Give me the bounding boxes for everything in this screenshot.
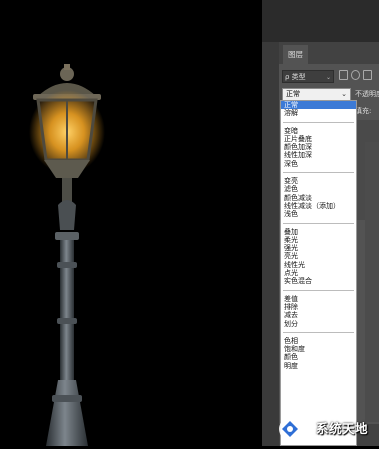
street-lamp-image xyxy=(29,64,105,446)
type-filter-icon[interactable] xyxy=(363,70,372,80)
blend-mode-option[interactable]: 排除 xyxy=(281,303,356,311)
blend-mode-option[interactable]: 正片叠底 xyxy=(281,135,356,143)
layer-list-scroll[interactable] xyxy=(365,142,379,422)
blend-mode-option[interactable]: 减去 xyxy=(281,311,356,319)
blend-mode-dropdown[interactable]: 正常 溶解 变暗 正片叠底 颜色加深 线性加深 深色 变亮 滤色 颜色减淡 线性减淡（添加） 浅色 叠加… xyxy=(280,100,357,446)
blend-mode-option[interactable]: 明度 xyxy=(281,362,356,370)
blend-mode-option[interactable]: 色相 xyxy=(281,337,356,345)
blend-mode-option[interactable]: 溶解 xyxy=(281,109,356,117)
menu-separator xyxy=(283,121,354,123)
fill-label: 填充: xyxy=(355,107,372,115)
blend-mode-option[interactable]: 深色 xyxy=(281,160,356,168)
menu-separator xyxy=(283,172,354,174)
blend-mode-option[interactable]: 颜色减淡 xyxy=(281,194,356,202)
watermark-text: 系统天地 xyxy=(316,421,369,436)
watermark-logo-icon xyxy=(279,418,301,440)
panel-tab-bar: 图层 xyxy=(279,42,379,64)
blend-mode-option[interactable]: 亮光 xyxy=(281,252,356,260)
tab-layers[interactable]: 图层 xyxy=(283,45,308,64)
document-canvas[interactable] xyxy=(0,0,262,446)
blend-mode-option[interactable]: 线性光 xyxy=(281,261,356,269)
chevron-down-icon: ⌄ xyxy=(341,90,347,98)
blend-mode-option[interactable]: 叠加 xyxy=(281,228,356,236)
blend-mode-option[interactable]: 浅色 xyxy=(281,210,356,218)
menu-separator xyxy=(283,222,354,224)
layer-filter-select[interactable]: ρ 类型 ⌄ xyxy=(282,70,334,83)
blend-mode-option[interactable]: 颜色 xyxy=(281,353,356,361)
chevron-down-icon: ⌄ xyxy=(325,74,331,81)
menu-separator xyxy=(283,289,354,291)
blend-mode-option[interactable]: 差值 xyxy=(281,295,356,303)
adjustment-filter-icon[interactable] xyxy=(351,70,360,80)
menu-separator xyxy=(283,331,354,333)
blend-mode-value: 正常 xyxy=(286,90,300,98)
filter-label: ρ 类型 xyxy=(285,73,306,81)
blend-mode-option[interactable]: 变暗 xyxy=(281,127,356,135)
opacity-label: 不透明度: xyxy=(355,90,379,98)
blend-mode-option[interactable]: 实色混合 xyxy=(281,277,356,285)
blend-mode-option[interactable]: 线性加深 xyxy=(281,151,356,159)
watermark: 系统天地 xyxy=(268,413,378,445)
blend-mode-option[interactable]: 滤色 xyxy=(281,185,356,193)
blend-mode-option[interactable]: 柔光 xyxy=(281,236,356,244)
panel-gap xyxy=(262,0,379,42)
blend-mode-option[interactable]: 划分 xyxy=(281,320,356,328)
pixel-filter-icon[interactable] xyxy=(339,70,348,80)
